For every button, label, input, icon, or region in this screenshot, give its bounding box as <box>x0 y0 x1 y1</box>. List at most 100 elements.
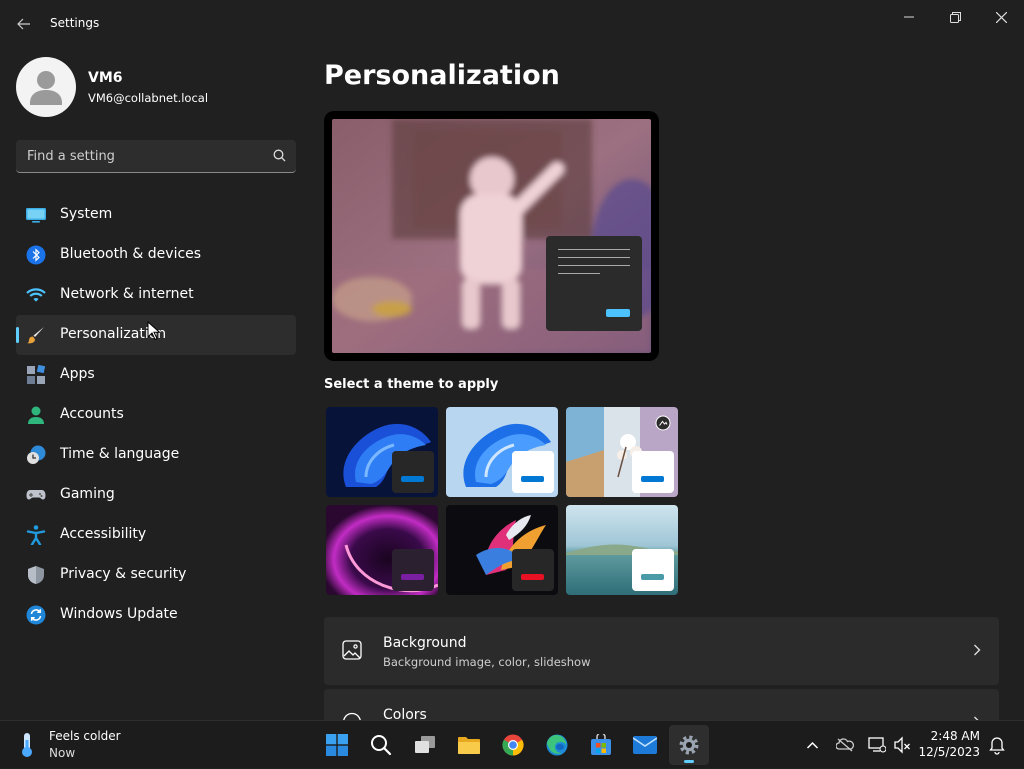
clock-date: 12/5/2023 <box>918 745 980 759</box>
sidebar-item-label: Accessibility <box>60 526 147 542</box>
clock-globe-icon <box>27 445 46 464</box>
card-title: Colors <box>383 707 427 720</box>
sidebar-item-label: Gaming <box>60 486 115 502</box>
task-view-button[interactable] <box>405 725 445 765</box>
preview-window-mockup <box>546 236 642 331</box>
file-explorer-icon <box>458 737 480 754</box>
page-title: Personalization <box>324 60 560 91</box>
sidebar-item-label: Windows Update <box>60 606 178 622</box>
sidebar-item-network[interactable]: Network & internet <box>16 275 296 315</box>
accessibility-icon <box>26 525 46 545</box>
user-email: VM6@collabnet.local <box>88 91 209 105</box>
theme-windows-light[interactable] <box>446 407 558 497</box>
volume-muted-icon[interactable] <box>894 735 912 755</box>
mail-icon <box>633 736 657 754</box>
card-title: Background <box>383 635 467 651</box>
clock-time: 2:48 AM <box>930 729 980 743</box>
sidebar-item-label: Apps <box>60 366 95 382</box>
restore-icon <box>949 11 961 23</box>
theme-windows-spotlight[interactable] <box>566 407 678 497</box>
avatar <box>16 57 76 117</box>
theme-preview <box>324 111 659 361</box>
spotlight-icon <box>655 415 671 431</box>
sidebar-item-accounts[interactable]: Accounts <box>16 395 296 435</box>
notification-bell-icon[interactable] <box>989 735 1005 755</box>
network-wired-icon[interactable] <box>868 735 886 755</box>
chevron-up-icon[interactable] <box>806 735 819 755</box>
chrome-button[interactable] <box>493 725 533 765</box>
background-settings-card[interactable]: Background Background image, color, slid… <box>324 617 999 685</box>
system-icon <box>26 208 46 223</box>
brush-icon <box>27 327 44 344</box>
store-button[interactable] <box>581 725 621 765</box>
taskbar-search-button[interactable] <box>361 725 401 765</box>
weather-condition: Feels colder <box>49 729 121 743</box>
theme-accent-bar <box>641 476 664 482</box>
theme-accent-bar <box>401 574 424 580</box>
start-icon <box>326 734 348 756</box>
mail-button[interactable] <box>625 725 665 765</box>
start-button[interactable] <box>317 725 357 765</box>
theme-accent-bar <box>521 574 544 580</box>
theme-captured-motion[interactable] <box>446 505 558 595</box>
sidebar-item-windows-update[interactable]: Windows Update <box>16 595 296 635</box>
theme-flow[interactable] <box>566 505 678 595</box>
weather-time: Now <box>49 746 76 760</box>
back-button[interactable] <box>14 14 34 34</box>
sidebar-item-system[interactable]: System <box>16 195 296 235</box>
preview-line <box>558 257 630 258</box>
onedrive-offline-icon[interactable] <box>836 735 854 755</box>
preview-line <box>558 265 630 266</box>
edge-button[interactable] <box>537 725 577 765</box>
theme-accent-bar <box>401 476 424 482</box>
search-input[interactable]: Find a setting <box>16 140 296 173</box>
search-icon <box>273 149 286 162</box>
sidebar-item-privacy-security[interactable]: Privacy & security <box>16 555 296 595</box>
wifi-icon <box>26 288 46 302</box>
close-icon <box>995 11 1007 23</box>
sidebar-item-accessibility[interactable]: Accessibility <box>16 515 296 555</box>
minimize-button[interactable] <box>886 6 932 28</box>
edge-icon <box>546 734 568 756</box>
user-profile[interactable]: VM6 VM6@collabnet.local <box>16 57 296 117</box>
settings-window: Settings VM6 VM6@collabnet.local Find a … <box>0 0 1024 720</box>
sidebar-item-apps[interactable]: Apps <box>16 355 296 395</box>
theme-window-mockup <box>632 451 674 493</box>
palette-icon <box>343 712 361 720</box>
sidebar-item-bluetooth[interactable]: Bluetooth & devices <box>16 235 296 275</box>
user-name: VM6 <box>88 70 123 86</box>
image-icon <box>342 640 362 660</box>
weather-widget[interactable]: Feels colder Now <box>10 721 130 769</box>
sidebar-item-label: Time & language <box>60 446 180 462</box>
settings-taskbar-button[interactable] <box>669 725 709 765</box>
system-clock[interactable]: 2:48 AM 12/5/2023 <box>916 728 980 760</box>
theme-window-mockup <box>632 549 674 591</box>
app-title: Settings <box>50 16 100 30</box>
restore-button[interactable] <box>932 6 978 28</box>
desktop-background-preview <box>332 119 651 353</box>
sidebar-item-gaming[interactable]: Gaming <box>16 475 296 515</box>
theme-glow[interactable] <box>326 505 438 595</box>
sidebar-item-label: Accounts <box>60 406 124 422</box>
colors-settings-card[interactable]: Colors <box>324 689 999 720</box>
theme-grid <box>326 407 678 595</box>
chevron-right-icon <box>974 644 981 656</box>
taskbar: Feels colder Now 2:48 AM 12/5/2023 <box>0 720 1024 768</box>
user-avatar-icon <box>30 71 62 105</box>
preview-line <box>558 249 630 250</box>
theme-windows-dark[interactable] <box>326 407 438 497</box>
file-explorer-button[interactable] <box>449 725 489 765</box>
active-app-indicator <box>684 760 694 763</box>
bluetooth-icon <box>26 245 46 265</box>
shield-icon <box>28 566 44 584</box>
mouse-cursor-icon <box>147 321 160 341</box>
theme-accent-bar <box>641 574 664 580</box>
theme-window-mockup <box>512 451 554 493</box>
gamepad-icon <box>26 490 46 500</box>
back-arrow-icon <box>17 18 30 30</box>
close-button[interactable] <box>978 6 1024 28</box>
thermometer-icon <box>22 733 32 757</box>
title-bar: Settings <box>0 0 1024 48</box>
sidebar-item-time-language[interactable]: Time & language <box>16 435 296 475</box>
search-icon <box>371 735 392 756</box>
